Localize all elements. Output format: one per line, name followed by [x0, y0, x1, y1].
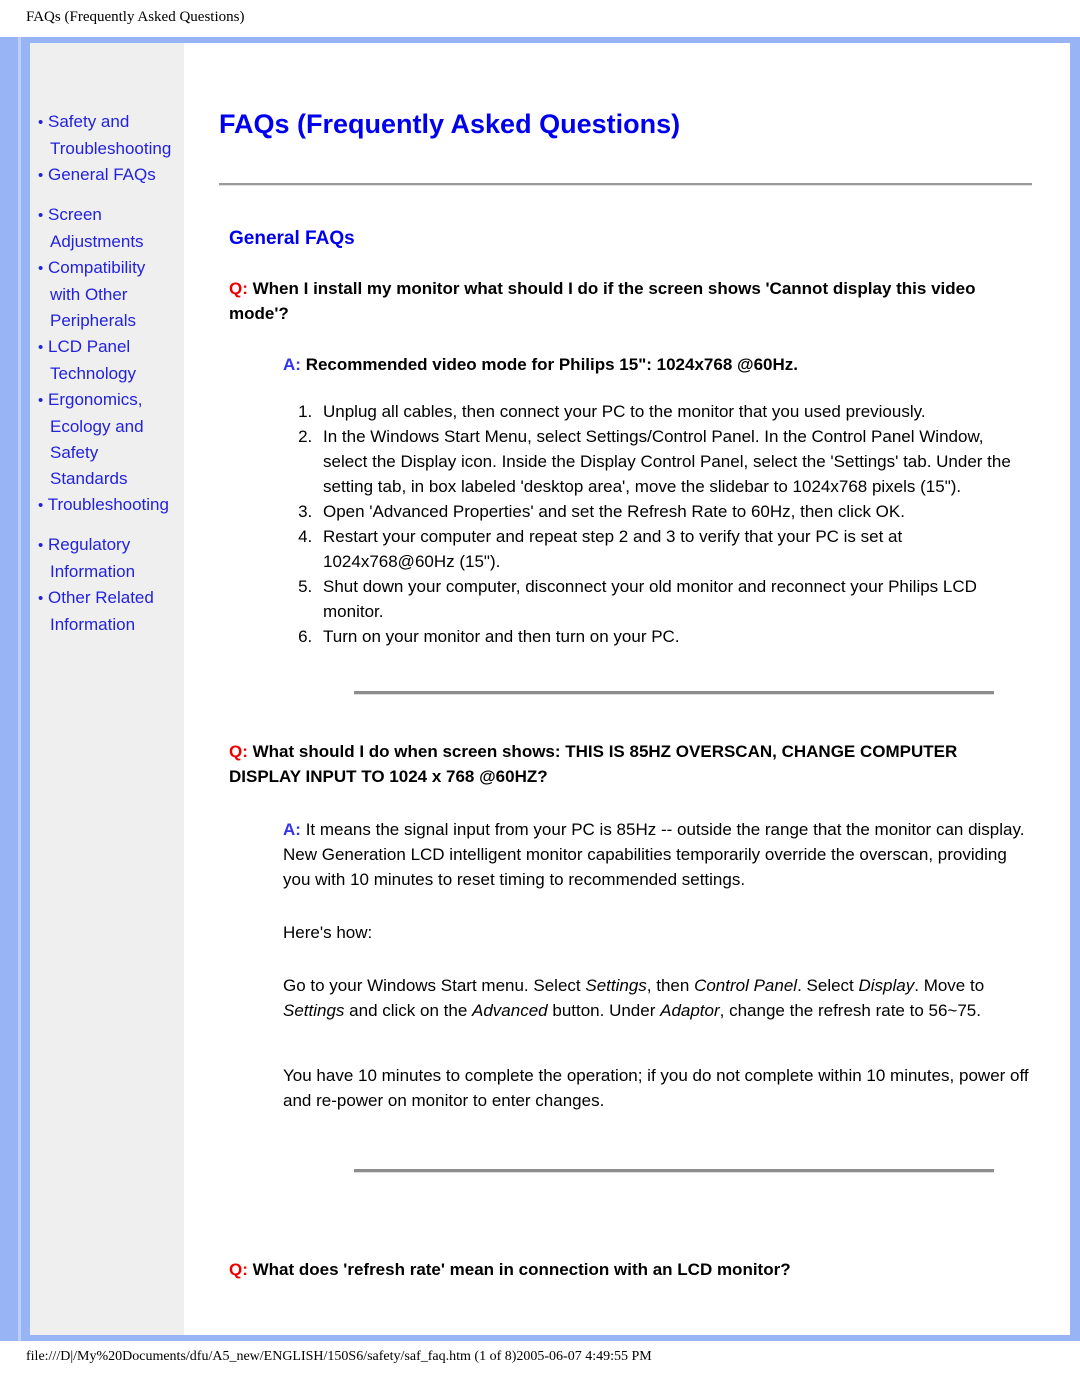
page-title: FAQs (Frequently Asked Questions) [219, 109, 681, 139]
list-item: Shut down your computer, disconnect your… [317, 574, 1032, 624]
sidebar-item-other-related-information[interactable]: • Other Related Information [38, 585, 180, 638]
faq-question: Q: When I install my monitor what should… [229, 276, 1032, 326]
browser-page-header-text: FAQs (Frequently Asked Questions) [26, 9, 245, 25]
sidebar-item-label[interactable]: Other Related Information [48, 588, 154, 634]
document-frame: • Safety and Troubleshooting • General F… [0, 36, 1080, 1341]
answer-marker: A: [283, 820, 301, 839]
browser-status-text: file:///D|/My%20Documents/dfu/A5_new/ENG… [26, 1349, 652, 1364]
question-marker: Q: [229, 279, 248, 298]
instr-emphasis-control-panel: Control Panel [694, 976, 798, 995]
question-marker: Q: [229, 1260, 248, 1279]
list-item: Open 'Advanced Properties' and set the R… [317, 499, 1032, 524]
list-item: Unplug all cables, then connect your PC … [317, 399, 1032, 424]
sidebar-item-regulatory-information[interactable]: • Regulatory Information [38, 532, 180, 585]
bullet-icon: • [38, 207, 44, 224]
faq-question: Q: What should I do when screen shows: T… [229, 739, 1032, 789]
faq-question-text: What does 'refresh rate' mean in connect… [252, 1260, 791, 1279]
faq-question: Q: What does 'refresh rate' mean in conn… [229, 1257, 1032, 1282]
browser-page-header: FAQs (Frequently Asked Questions) [0, 0, 1080, 25]
instr-emphasis-display: Display [858, 976, 915, 995]
instr-part-6: button. Under [547, 1001, 661, 1020]
faq2-note: You have 10 minutes to complete the oper… [283, 1066, 1029, 1110]
sidebar-item-label[interactable]: General FAQs [48, 165, 156, 184]
instr-emphasis-advanced: Advanced [472, 1001, 548, 1020]
faq-entry-3: Q: What does 'refresh rate' mean in conn… [219, 1257, 1032, 1282]
browser-status-footer: file:///D|/My%20Documents/dfu/A5_new/ENG… [0, 1349, 1080, 1365]
instr-part-5: and click on the [344, 1001, 473, 1020]
faq-answer: A: Recommended video mode for Philips 15… [283, 352, 1032, 377]
title-divider [219, 183, 1032, 186]
list-item: Restart your computer and repeat step 2 … [317, 524, 1032, 574]
sidebar-item-ergonomics-ecology-and-safety-standards[interactable]: • Ergonomics, Ecology and Safety Standar… [38, 387, 180, 492]
bullet-icon: • [38, 260, 44, 277]
sidebar-list: • Safety and Troubleshooting • General F… [30, 109, 184, 638]
sidebar-item-compatibility-with-other-peripherals[interactable]: • Compatibility with Other Peripherals [38, 255, 180, 334]
instr-emphasis-settings: Settings [585, 976, 647, 995]
bullet-icon: • [38, 537, 44, 554]
sidebar-item-label[interactable]: LCD Panel Technology [48, 337, 136, 383]
faq-entry-2: Q: What should I do when screen shows: T… [219, 739, 1032, 1113]
bullet-icon: • [38, 497, 44, 514]
bullet-icon: • [38, 167, 44, 184]
instr-part-1: Go to your Windows Start menu. Select [283, 976, 586, 995]
sidebar-item-label[interactable]: Screen Adjustments [48, 205, 144, 251]
document-body: • Safety and Troubleshooting • General F… [30, 43, 1070, 1335]
section-title-general-faqs: General FAQs [229, 228, 355, 249]
instr-emphasis-adaptor: Adaptor [660, 1001, 720, 1020]
instr-emphasis-settings-2: Settings [283, 1001, 345, 1020]
bullet-icon: • [38, 339, 44, 356]
sidebar-item-lcd-panel-technology[interactable]: • LCD Panel Technology [38, 334, 180, 387]
instr-part-4: . Move to [914, 976, 985, 995]
question-marker: Q: [229, 742, 248, 761]
sidebar-item-screen-adjustments[interactable]: • Screen Adjustments [38, 202, 180, 255]
faq-answer: A: It means the signal input from your P… [283, 817, 1032, 892]
bullet-icon: • [38, 114, 44, 131]
faq-step-list: Unplug all cables, then connect your PC … [219, 399, 1032, 649]
list-item: Turn on your monitor and then turn on yo… [317, 624, 1032, 649]
faq-question-text: What should I do when screen shows: THIS… [229, 742, 958, 786]
sidebar-navigation: • Safety and Troubleshooting • General F… [30, 43, 185, 1335]
instructions-paragraph: Go to your Windows Start menu. Select Se… [283, 973, 1032, 1023]
instr-part-3: . Select [797, 976, 859, 995]
list-item: In the Windows Start Menu, select Settin… [317, 424, 1032, 499]
faq-entry-1: Q: When I install my monitor what should… [219, 276, 1032, 649]
sidebar-item-label[interactable]: Regulatory Information [48, 535, 135, 581]
sidebar-item-label[interactable]: Safety and Troubleshooting [48, 112, 171, 158]
main-content: FAQs (Frequently Asked Questions) Genera… [185, 43, 1070, 1335]
sidebar-item-label[interactable]: Compatibility with Other Peripherals [48, 258, 145, 330]
faq-answer-text: Recommended video mode for Philips 15": … [305, 355, 798, 374]
faq-divider-1 [354, 691, 994, 695]
bullet-icon: • [38, 392, 44, 409]
instr-part-7: , change the refresh rate to 56~75. [719, 1001, 981, 1020]
sidebar-item-safety-and-troubleshooting[interactable]: • Safety and Troubleshooting [38, 109, 180, 162]
frame-accent-stripe [18, 37, 21, 1341]
sidebar-item-general-faqs[interactable]: • General FAQs [38, 162, 180, 189]
sidebar-item-troubleshooting[interactable]: • Troubleshooting [38, 492, 180, 519]
answer-marker: A: [283, 355, 301, 374]
sidebar-item-label[interactable]: Ergonomics, Ecology and Safety Standards [48, 390, 144, 488]
faq-question-text: When I install my monitor what should I … [229, 279, 976, 323]
faq-answer-text: It means the signal input from your PC i… [283, 820, 1025, 889]
heres-how-label: Here's how: [283, 923, 373, 942]
sidebar-item-label[interactable]: Troubleshooting [48, 495, 169, 514]
bullet-icon: • [38, 590, 44, 607]
instr-part-2: , then [646, 976, 695, 995]
